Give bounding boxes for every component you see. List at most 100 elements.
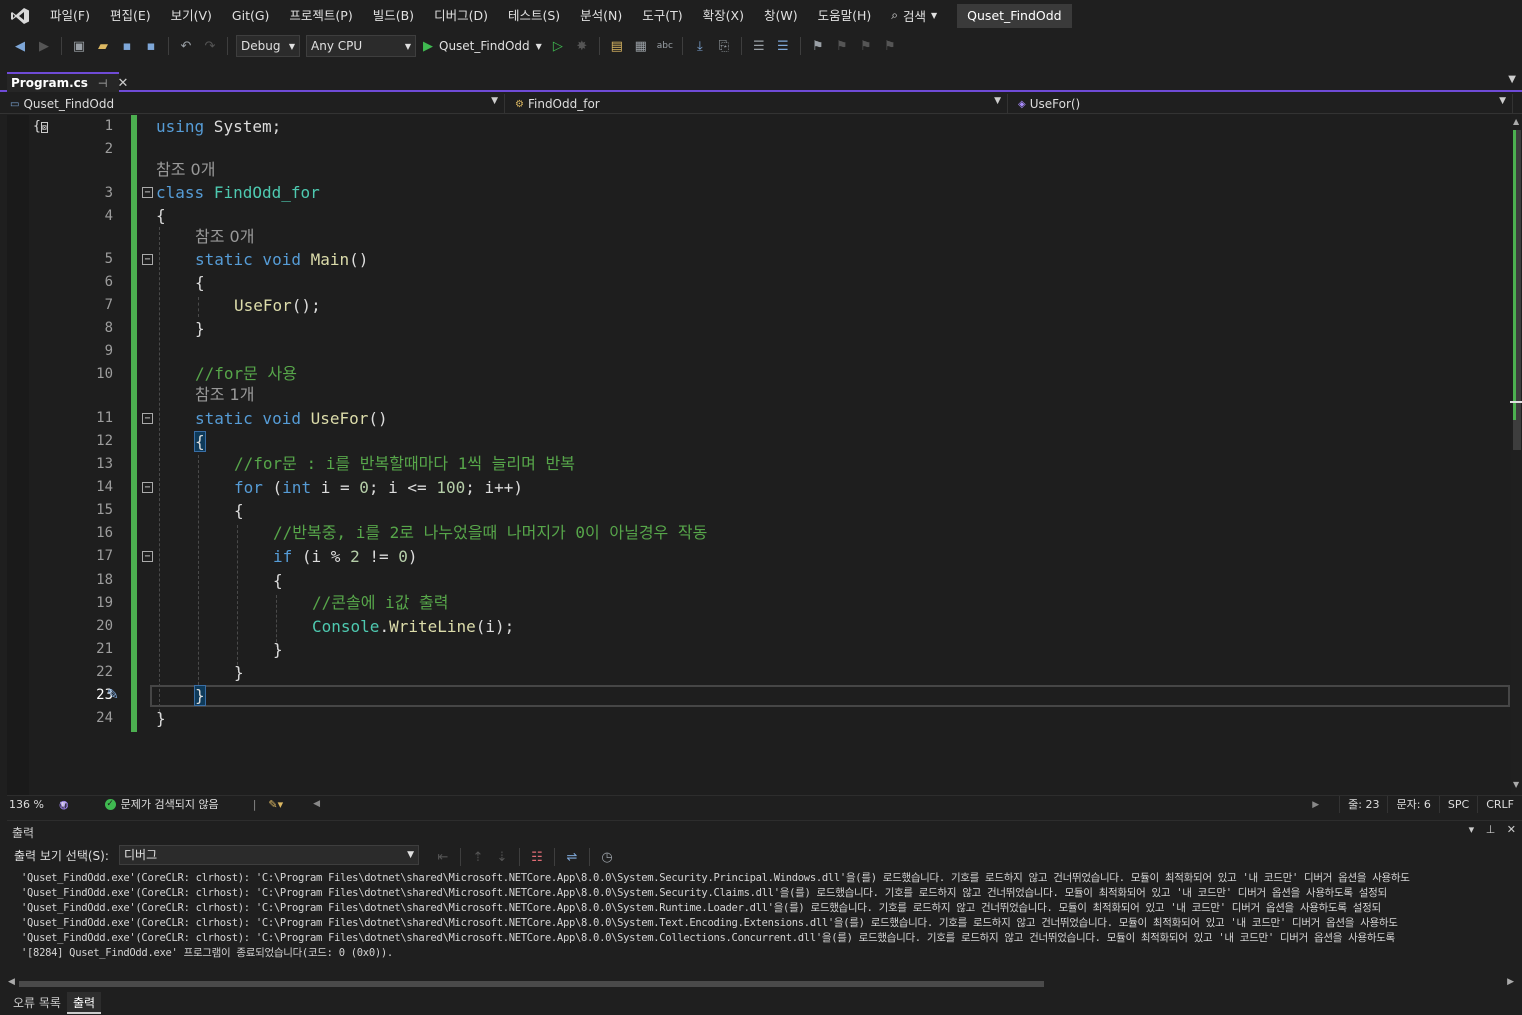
collapse-icon[interactable]: − (142, 254, 153, 265)
member-select[interactable]: ◈ UseFor() ▼ (1008, 94, 1513, 114)
code-editor[interactable]: {⊠ 1 2 3 4 5 6 7 8 9 10 11 12 13 14 15 1… (7, 115, 1511, 795)
code-text: () (349, 250, 369, 269)
menu-extensions[interactable]: 확장(X) (693, 0, 754, 31)
redo-icon[interactable]: ↷ (200, 36, 220, 56)
scroll-right-icon[interactable]: ▶ (1312, 800, 1319, 810)
prev-message-icon[interactable]: ⇡ (468, 847, 488, 867)
pin-icon[interactable]: ⊣ (98, 77, 108, 90)
layout-icon[interactable]: ▦ (631, 36, 651, 56)
line-ending-indicator[interactable]: CRLF (1477, 796, 1522, 813)
project-select[interactable]: ▭ Quset_FindOdd ▼ (0, 94, 505, 114)
class-icon: ⚙ (515, 98, 524, 110)
run-button[interactable]: ▶ Quset_FindOdd ▼ (423, 39, 542, 54)
keyword: static void (195, 250, 301, 269)
menu-window[interactable]: 창(W) (754, 0, 808, 31)
copilot-icon[interactable]: ◍ (59, 798, 69, 811)
menu-git[interactable]: Git(G) (222, 0, 280, 31)
step-icon[interactable]: ⤓ (690, 36, 710, 56)
bookmark-clear-icon[interactable]: ⚑ (880, 36, 900, 56)
menu-analyze[interactable]: 분석(N) (570, 0, 632, 31)
structure-guide (198, 455, 199, 695)
format-icon[interactable]: ⎘ (714, 36, 734, 56)
close-icon[interactable]: ✕ (117, 76, 128, 91)
horizontal-scrollbar[interactable]: ◀ ▶ (7, 977, 1522, 989)
line-number: 20 (96, 618, 113, 634)
bookmark-icon[interactable]: ⚑ (808, 36, 828, 56)
bookmark-prev-icon[interactable]: ⚑ (832, 36, 852, 56)
clock-icon[interactable]: ◷ (597, 847, 617, 867)
menu-project[interactable]: 프로젝트(P) (279, 0, 362, 31)
menu-build[interactable]: 빌드(B) (363, 0, 424, 31)
scroll-down-icon[interactable]: ▼ (1513, 780, 1519, 789)
forward-icon[interactable]: ▶ (34, 36, 54, 56)
tab-error-list[interactable]: 오류 목록 (7, 992, 67, 1014)
close-icon[interactable]: ✕ (1507, 823, 1516, 836)
back-icon[interactable]: ◀ (10, 36, 30, 56)
panel-menu-icon[interactable]: ▾ (1469, 823, 1475, 836)
scroll-left-icon[interactable]: ◀ (313, 799, 320, 809)
collapse-icon[interactable]: − (142, 187, 153, 198)
platform-select[interactable]: Any CPU ▼ (306, 35, 416, 57)
undo-icon[interactable]: ↶ (176, 36, 196, 56)
hot-reload-icon[interactable]: ✸ (572, 36, 592, 56)
scroll-up-icon[interactable]: ▲ (1513, 117, 1519, 126)
code-text: ) (407, 547, 418, 566)
zoom-select[interactable]: 136 % ▼ (7, 798, 67, 811)
clear-all-icon[interactable]: ☷ (527, 847, 547, 867)
comment-icon[interactable]: ☰ (749, 36, 769, 56)
code-text: (i); (475, 617, 515, 636)
menu-test[interactable]: 테스트(S) (498, 0, 570, 31)
reference-lens[interactable]: 참조 0개 (156, 159, 215, 181)
search-button[interactable]: ⌕ 검색 ▼ (881, 6, 947, 25)
scroll-left-icon[interactable]: ◀ (8, 977, 15, 987)
browse-icon[interactable]: ▤ (607, 36, 627, 56)
chevron-down-icon[interactable]: ▼ (1508, 74, 1516, 85)
quick-action-icon[interactable]: ✎ (107, 687, 119, 703)
menu-help[interactable]: 도움말(H) (808, 0, 882, 31)
menu-view[interactable]: 보기(V) (161, 0, 222, 31)
document-tab-strip: Program.cs ⊣ ✕ ▼ (0, 70, 1522, 92)
column-indicator[interactable]: 문자: 6 (1387, 796, 1438, 813)
find-message-icon[interactable]: ⇤ (433, 847, 453, 867)
menu-tools[interactable]: 도구(T) (632, 0, 692, 31)
start-without-debug-icon[interactable]: ▷ (548, 36, 568, 56)
vs-logo-icon[interactable] (0, 0, 40, 31)
line-number: 17 (96, 548, 113, 564)
indicator-margin (7, 115, 29, 795)
pin-icon[interactable]: ⊥ (1486, 823, 1496, 836)
line-number: 22 (96, 664, 113, 680)
reference-lens[interactable]: 참조 1개 (195, 384, 254, 406)
code-text: System; (204, 117, 282, 136)
menu-edit[interactable]: 편집(E) (100, 0, 161, 31)
collapse-icon[interactable]: − (142, 413, 153, 424)
configuration-select[interactable]: Debug ▼ (236, 35, 300, 57)
scrollbar-thumb[interactable] (19, 981, 1044, 987)
bookmark-next-icon[interactable]: ⚑ (856, 36, 876, 56)
collapse-icon[interactable]: − (142, 482, 153, 493)
reference-lens[interactable]: 참조 0개 (195, 226, 254, 248)
output-source-select[interactable]: 디버그 ▼ (119, 845, 419, 865)
next-message-icon[interactable]: ⇣ (492, 847, 512, 867)
code-cleanup-icon[interactable]: ✎▾ (268, 798, 283, 811)
tab-output[interactable]: 출력 (66, 991, 102, 1014)
menu-debug[interactable]: 디버그(D) (424, 0, 498, 31)
uncomment-icon[interactable]: ☰ (773, 36, 793, 56)
line-indicator[interactable]: 줄: 23 (1339, 796, 1387, 813)
menu-file[interactable]: 파일(F) (40, 0, 100, 31)
output-text[interactable]: 'Quset_FindOdd.exe'(CoreCLR: clrhost): '… (21, 871, 1521, 979)
spell-check-icon[interactable]: abc (655, 36, 675, 56)
type-select[interactable]: ⚙ FindOdd_for ▼ (505, 94, 1008, 114)
save-icon[interactable]: ▪ (117, 36, 137, 56)
scope-icon[interactable]: {⊠ (33, 119, 48, 134)
output-panel: 출력 ▾ ⊥ ✕ 출력 보기 선택(S): 디버그 ▼ ⇤ ⇡ ⇣ ☷ ⇌ ◷ … (7, 820, 1522, 990)
whitespace-indicator[interactable]: SPC (1438, 796, 1477, 813)
open-icon[interactable]: ▰ (93, 36, 113, 56)
collapse-icon[interactable]: − (142, 551, 153, 562)
save-all-icon[interactable]: ▪ (141, 36, 161, 56)
code-line-5: static void Main() (195, 248, 368, 271)
issues-indicator[interactable]: ✓ 문제가 검색되지 않음 (104, 796, 219, 812)
scroll-right-icon[interactable]: ▶ (1507, 977, 1514, 987)
word-wrap-icon[interactable]: ⇌ (562, 847, 582, 867)
tab-program-cs[interactable]: Program.cs ⊣ ✕ (7, 72, 128, 92)
new-project-icon[interactable]: ▣ (69, 36, 89, 56)
